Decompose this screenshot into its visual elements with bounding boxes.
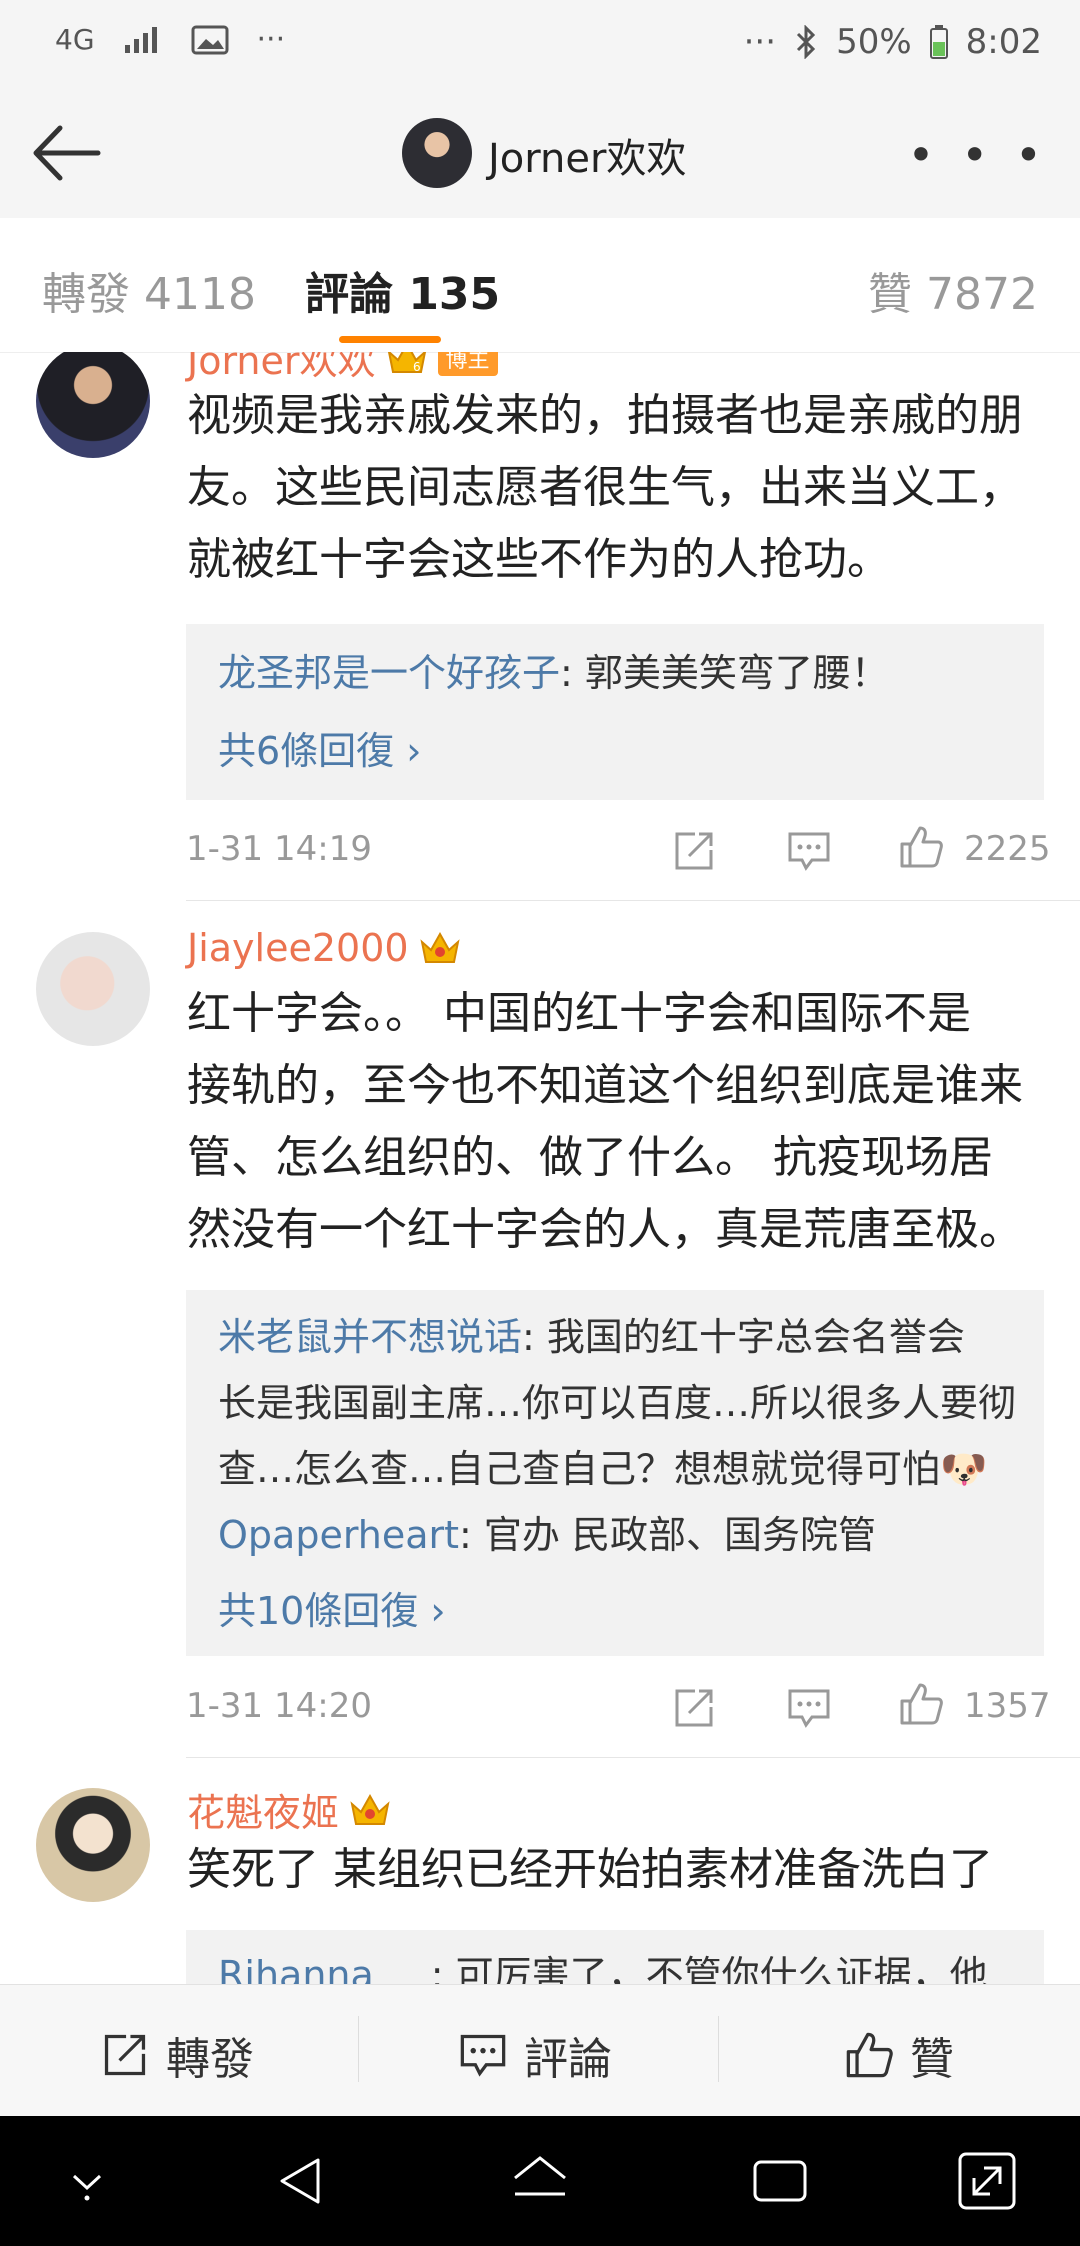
comment-text: 视频是我亲戚发来的，拍摄者也是亲戚的朋 友。这些民间志愿者很生气，出来当义工， …	[187, 380, 1047, 596]
reply-username[interactable]: Rihanna___	[218, 1953, 431, 1984]
reply-preview-box[interactable]: Rihanna___: 可厉害了，不管你什么证据，他	[186, 1930, 1044, 1984]
clock: 8:02	[965, 22, 1042, 62]
reply-username[interactable]: Opaperheart	[218, 1513, 459, 1557]
comment-divider	[186, 900, 1080, 901]
comment-line: 接轨的，至今也不知道这个组织到底是谁来	[187, 1060, 1023, 1111]
comment-username[interactable]: Jiaylee2000	[187, 926, 409, 970]
page-title: Jorner欢欢	[488, 136, 687, 182]
bluetooth-icon	[797, 25, 816, 59]
more-notifications: ···	[256, 22, 286, 57]
reply-text-line: 长是我国副主席…你可以百度…所以很多人要彻	[218, 1381, 1017, 1425]
comment-label: 評論	[524, 2034, 612, 2085]
vip-crown-icon	[419, 931, 460, 963]
home-nav-icon[interactable]	[507, 2148, 573, 2214]
reply-preview-box[interactable]: 米老鼠并不想说话: 我国的红十字总会名誉会 长是我国副主席…你可以百度…所以很多…	[186, 1290, 1044, 1656]
hide-keyboard-icon[interactable]	[54, 2148, 120, 2214]
comment-avatar[interactable]	[36, 352, 150, 458]
comment-user[interactable]: Jiaylee2000	[187, 926, 461, 970]
status-left: 4G ···	[55, 22, 285, 57]
reply-username[interactable]: 米老鼠并不想说话	[218, 1315, 522, 1359]
repost-icon[interactable]	[671, 828, 717, 874]
comment-line: 就被红十字会这些不作为的人抢功。	[187, 534, 891, 585]
comment-line: 管、怎么组织的、做了什么。 抗疫现场居	[187, 1132, 993, 1183]
comment-text: 红十字会。。 中国的红十字会和国际不是 接轨的，至今也不知道这个组织到底是谁来 …	[187, 978, 1047, 1266]
comment-icon[interactable]	[786, 828, 832, 874]
reply-text: : 我国的红十字总会名誉会	[522, 1315, 965, 1359]
comment-list[interactable]: Jorner欢欢 6 博主 视频是我亲戚发来的，拍摄者也是亲戚的朋 友。这些民间…	[0, 352, 1080, 1984]
rotate-screen-icon[interactable]	[954, 2148, 1020, 2214]
reply-item: Opaperheart: 官办 民政部、国务院管	[218, 1502, 1018, 1568]
reply-text: : 郭美美笑弯了腰！	[560, 651, 889, 695]
like-icon[interactable]	[898, 1681, 944, 1727]
back-arrow-icon[interactable]	[28, 118, 108, 188]
active-tab-indicator	[339, 336, 441, 343]
reply-item: Rihanna___: 可厉害了，不管你什么证据，他	[218, 1942, 1018, 1984]
image-notification-icon	[191, 25, 229, 54]
like-count: 1357	[964, 1686, 1051, 1726]
repost-icon	[104, 2034, 146, 2076]
battery-icon	[929, 25, 948, 59]
comment-button[interactable]: 評論	[458, 2023, 612, 2087]
status-right: ··· 50% 8:02	[744, 22, 1042, 62]
comment-username[interactable]: 花魁夜姬	[187, 1782, 339, 1837]
reply-item: 米老鼠并不想说话: 我国的红十字总会名誉会	[218, 1304, 1018, 1370]
reply-item: 龙圣邦是一个好孩子: 郭美美笑弯了腰！	[218, 640, 1018, 706]
comment-avatar[interactable]	[36, 932, 150, 1046]
repost-button[interactable]: 轉發	[100, 2023, 254, 2087]
more-replies-link[interactable]: 共10條回復 ›	[218, 1580, 446, 1635]
comment-text: 笑死了 某组织已经开始拍素材准备洗白了	[187, 1834, 1047, 1906]
like-icon[interactable]	[898, 824, 944, 870]
repost-label: 轉發	[166, 2034, 254, 2085]
comment-time: 1-31 14:19	[186, 829, 372, 869]
network-indicator: 4G	[55, 23, 95, 56]
vip-crown-icon	[350, 1793, 390, 1825]
vip-crown-icon: 6	[387, 352, 426, 374]
signal-icon	[124, 26, 157, 53]
comment-icon	[460, 2034, 506, 2077]
reply-preview-box[interactable]: 龙圣邦是一个好孩子: 郭美美笑弯了腰！ 共6條回復 ›	[186, 624, 1044, 800]
more-options-button[interactable]: • • •	[907, 128, 1048, 182]
comment-line: 红十字会。。 中国的红十字会和国际不是	[187, 988, 971, 1039]
like-label: 贊	[910, 2034, 954, 2085]
repost-icon[interactable]	[671, 1685, 717, 1731]
comment-line: 笑死了 某组织已经开始拍素材准备洗白了	[187, 1844, 993, 1895]
reply-text: : 官办 民政部、国务院管	[459, 1513, 877, 1557]
comment-line: 友。这些民间志愿者很生气，出来当义工，	[187, 462, 1023, 513]
comment-icon[interactable]	[786, 1685, 832, 1731]
reply-text: : 可厉害了，不管你什么证据，他	[430, 1953, 988, 1984]
like-count: 2225	[964, 829, 1051, 869]
bar-divider	[358, 2016, 359, 2082]
reply-text-line: 查…怎么查…自己查自己？想想就觉得可怕🐶	[218, 1447, 988, 1491]
tab-comments[interactable]: 評論 135	[305, 258, 500, 322]
battery-percent: 50%	[836, 22, 912, 62]
comment-user[interactable]: 花魁夜姬	[187, 1782, 391, 1837]
svg-text:6: 6	[413, 360, 421, 374]
tab-likes[interactable]: 贊 7872	[868, 258, 1038, 322]
comment-line: 视频是我亲戚发来的，拍摄者也是亲戚的朋	[187, 390, 1023, 441]
like-icon	[846, 2032, 893, 2078]
reply-username[interactable]: 龙圣邦是一个好孩子	[218, 651, 560, 695]
comment-time: 1-31 14:20	[186, 1686, 372, 1726]
comment-line: 然没有一个红十字会的人，真是荒唐至极。	[187, 1204, 1023, 1255]
more-status: ···	[743, 22, 777, 62]
tab-repost[interactable]: 轉發 4118	[42, 258, 256, 322]
author-badge: 博主	[437, 352, 498, 376]
comment-avatar[interactable]	[36, 1788, 150, 1902]
bar-divider	[718, 2016, 719, 2082]
more-replies-link[interactable]: 共6條回復 ›	[218, 720, 421, 775]
recents-nav-icon[interactable]	[747, 2148, 813, 2214]
like-button[interactable]: 贊	[844, 2023, 954, 2087]
comment-divider	[186, 1757, 1080, 1758]
back-nav-icon[interactable]	[268, 2148, 334, 2214]
author-avatar[interactable]	[402, 118, 472, 188]
